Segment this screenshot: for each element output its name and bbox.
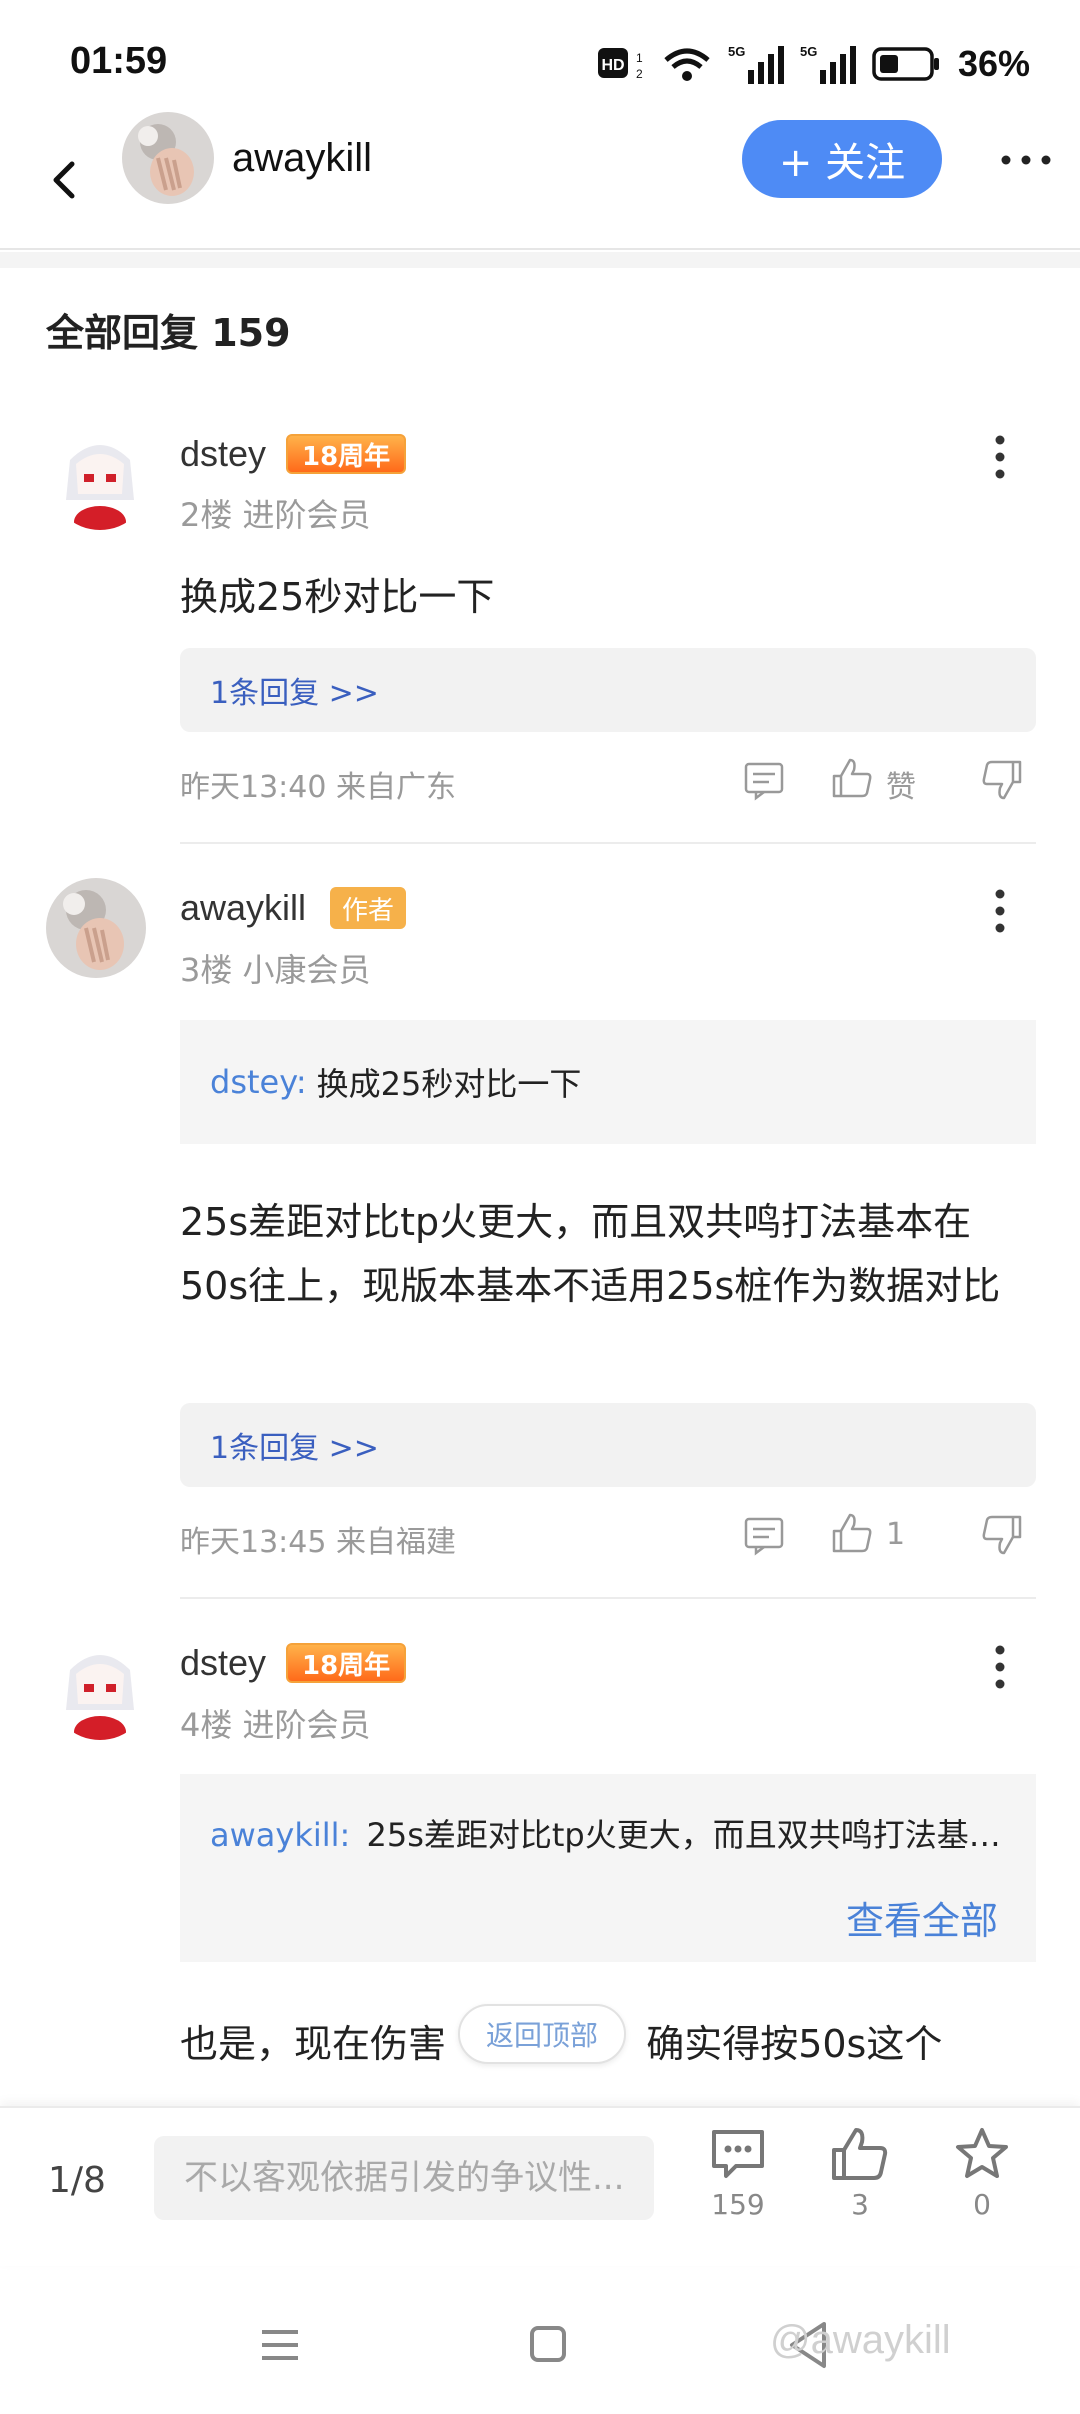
comment-input[interactable] <box>154 2136 654 2220</box>
svg-text:5G: 5G <box>728 44 745 59</box>
thumbs-down-icon[interactable] <box>980 758 1024 802</box>
like-count[interactable]: 1 <box>886 1517 905 1552</box>
quoted-reply[interactable]: awaykill: 25s差距对比tp火更大，而且双共鸣打法基… 查看全部 <box>180 1774 1036 1962</box>
post-username[interactable]: awaykill <box>180 887 306 929</box>
avatar[interactable] <box>46 878 146 978</box>
post-content: 25s差距对比tp火更大，而且双共鸣打法基本在50s往上，现版本基本不适用25s… <box>180 1200 1001 1308</box>
post-more-icon[interactable] <box>990 886 1010 936</box>
svg-text:HD: HD <box>601 57 624 74</box>
post-content-part-b: 确实得按50s这个 <box>646 2022 943 2066</box>
status-icons: HD 1 2 5G 5G 36% <box>596 40 1030 88</box>
menu-nav-icon[interactable] <box>240 2310 320 2380</box>
quote-username[interactable]: awaykill: <box>210 1816 350 1854</box>
quote-text: 25s差距对比tp火更大，而且双共鸣打法基… <box>366 1816 1001 1854</box>
comment-icon[interactable] <box>742 1513 786 1557</box>
comment-icon[interactable] <box>742 758 786 802</box>
home-nav-icon[interactable] <box>508 2310 588 2380</box>
thumbs-up-icon <box>832 2128 888 2180</box>
post-divider <box>180 1597 1036 1599</box>
avatar[interactable] <box>50 430 150 530</box>
svg-text:5G: 5G <box>800 44 817 59</box>
section-separator <box>0 252 1080 268</box>
quote-username[interactable]: dstey: <box>210 1063 307 1101</box>
signal-5g-icon-2: 5G <box>800 44 856 84</box>
page-indicator[interactable]: 1/8 <box>48 2160 106 2201</box>
thumbs-down-icon[interactable] <box>980 1513 1024 1557</box>
favorite-count: 0 <box>973 2188 991 2221</box>
like-count: 3 <box>851 2188 869 2221</box>
post-floor-meta: 4楼 进阶会员 <box>180 1706 371 1744</box>
bottom-action-bar: 1/8 159 3 0 <box>0 2106 1080 2266</box>
like-button[interactable]: 3 <box>810 2126 910 2221</box>
battery-percentage: 36% <box>957 43 1030 84</box>
svg-text:1: 1 <box>636 51 643 65</box>
post-more-icon[interactable] <box>990 432 1010 482</box>
hd-icon: HD 1 2 <box>597 48 643 81</box>
back-to-top-button[interactable]: 返回顶部 <box>458 2004 626 2064</box>
quote-text: 换成25秒对比一下 <box>316 1065 582 1103</box>
comment-count: 159 <box>711 2188 765 2221</box>
post-username[interactable]: dstey <box>180 433 266 475</box>
sub-reply-link[interactable]: 1条回复 >> <box>180 648 1036 732</box>
follow-label: + 关注 <box>778 140 906 186</box>
like-label[interactable]: 赞 <box>886 762 916 806</box>
favorite-button[interactable]: 0 <box>932 2126 1032 2221</box>
post-content: 换成25秒对比一下 <box>180 575 495 619</box>
post-more-icon[interactable] <box>990 1642 1010 1692</box>
post-time-location: 昨天13:40 来自广东 <box>180 770 456 805</box>
comment-bubble-icon <box>712 2130 764 2178</box>
status-bar: 01:59 HD 1 2 5G 5G 36% <box>0 0 1080 110</box>
signal-5g-icon: 5G <box>728 44 784 84</box>
author-badge: 作者 <box>330 887 407 929</box>
battery-icon <box>872 47 939 81</box>
author-avatar[interactable] <box>122 112 214 204</box>
quoted-reply[interactable]: dstey: 换成25秒对比一下 <box>180 1020 1036 1144</box>
star-icon <box>956 2128 1008 2178</box>
sub-reply-link[interactable]: 1条回复 >> <box>180 1403 1036 1487</box>
comments-button[interactable]: 159 <box>688 2126 788 2221</box>
more-options-icon[interactable] <box>996 140 1056 180</box>
svg-text:2: 2 <box>636 67 643 81</box>
post-content-part-a: 也是，现在伤害 <box>180 2022 447 2066</box>
watermark: @awaykill <box>770 2318 951 2362</box>
status-time: 01:59 <box>70 40 168 82</box>
post-time-location: 昨天13:45 来自福建 <box>180 1525 456 1560</box>
thumbs-up-icon[interactable] <box>830 1511 874 1555</box>
avatar[interactable] <box>50 1640 150 1740</box>
view-all-link[interactable]: 查看全部 <box>846 1890 998 1945</box>
thumbs-up-icon[interactable] <box>830 756 874 800</box>
post-divider <box>180 842 1036 844</box>
follow-button[interactable]: + 关注 <box>742 120 942 198</box>
wifi-icon <box>664 48 710 81</box>
post-floor-meta: 3楼 小康会员 <box>180 951 371 989</box>
anniversary-badge: 18周年 <box>286 1643 407 1683</box>
author-name[interactable]: awaykill <box>232 136 372 181</box>
back-arrow-icon[interactable] <box>36 150 96 210</box>
post-floor-meta: 2楼 进阶会员 <box>180 496 371 534</box>
anniversary-badge: 18周年 <box>286 434 407 474</box>
all-replies-title: 全部回复 159 <box>46 311 291 355</box>
post-username[interactable]: dstey <box>180 1642 266 1684</box>
